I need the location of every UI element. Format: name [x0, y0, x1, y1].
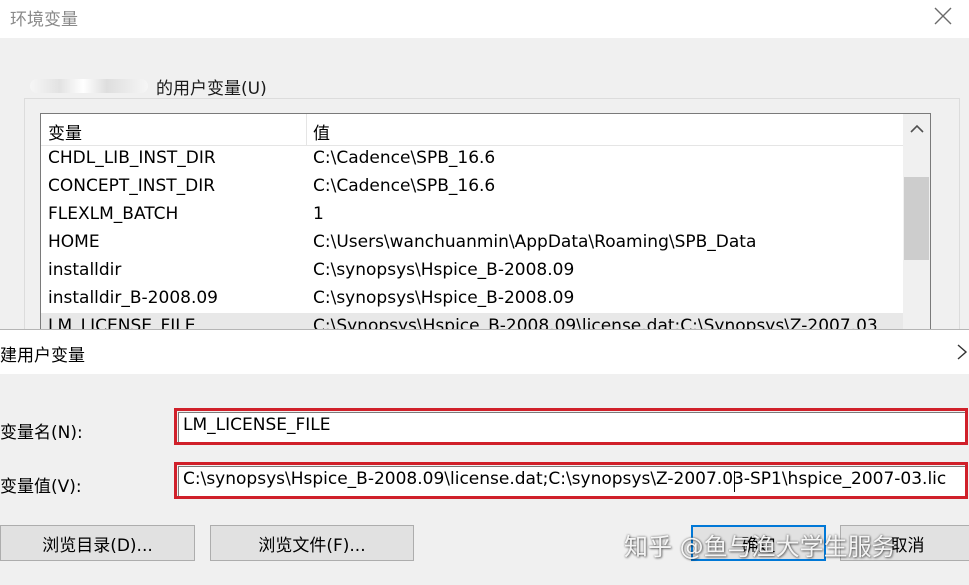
column-divider[interactable] — [306, 114, 307, 145]
variable-name: installdir_B-2008.09 — [48, 288, 218, 308]
table-row[interactable]: HOME C:\Users\wanchuanmin\AppData\Roamin… — [41, 229, 903, 257]
close-icon[interactable] — [929, 3, 957, 29]
variable-value-input[interactable]: C:\synopsys\Hspice_B-2008.09\license.dat… — [178, 466, 966, 497]
variable-value: C:\Cadence\SPB_16.6 — [313, 148, 496, 168]
env-variables-dialog: 环境变量 的用户变量(U) 变量 值 CHDL_LIB_INST_DIR C:\… — [0, 0, 969, 339]
variable-value: C:\synopsys\Hspice_B-2008.09 — [313, 288, 575, 308]
variable-value: C:\synopsys\Hspice_B-2008.09 — [313, 260, 575, 280]
column-header-name[interactable]: 变量 — [48, 119, 82, 144]
env-dialog-titlebar: 环境变量 — [0, 0, 969, 38]
variable-name: FLEXLM_BATCH — [48, 204, 179, 224]
table-row[interactable]: installdir C:\synopsys\Hspice_B-2008.09 — [41, 257, 903, 285]
user-variables-label: 的用户变量(U) — [156, 78, 267, 99]
variable-name: CHDL_LIB_INST_DIR — [48, 148, 216, 168]
variable-value: 1 — [313, 204, 324, 224]
new-dialog-title: 建用户变量 — [0, 346, 85, 366]
ok-button[interactable]: 确定 — [691, 525, 826, 561]
text-caret — [734, 471, 735, 492]
close-icon[interactable] — [954, 339, 969, 365]
list-header: 变量 值 — [41, 114, 903, 146]
table-row[interactable]: CHDL_LIB_INST_DIR C:\Cadence\SPB_16.6 — [41, 145, 903, 173]
table-row[interactable]: FLEXLM_BATCH 1 — [41, 201, 903, 229]
cancel-button[interactable]: 取消 — [840, 525, 969, 561]
variable-name-label: 变量名(N): — [0, 423, 83, 443]
table-row[interactable]: installdir_B-2008.09 C:\synopsys\Hspice_… — [41, 285, 903, 313]
variable-value: C:\Cadence\SPB_16.6 — [313, 176, 496, 196]
scrollbar-thumb[interactable] — [904, 177, 929, 260]
variable-name: HOME — [48, 232, 100, 252]
variable-value-label: 变量值(V): — [0, 477, 82, 497]
browse-directory-button[interactable]: 浏览目录(D)... — [0, 525, 195, 561]
env-dialog-title: 环境变量 — [10, 10, 78, 30]
table-row[interactable]: CONCEPT_INST_DIR C:\Cadence\SPB_16.6 — [41, 173, 903, 201]
screen: 环境变量 的用户变量(U) 变量 值 CHDL_LIB_INST_DIR C:\… — [0, 0, 969, 585]
new-dialog-titlebar: 建用户变量 — [0, 330, 969, 374]
variable-name-input[interactable]: LM_LICENSE_FILE — [178, 412, 966, 443]
column-header-value[interactable]: 值 — [313, 119, 330, 144]
chevron-up-icon[interactable] — [903, 114, 930, 144]
user-variables-list[interactable]: 变量 值 CHDL_LIB_INST_DIR C:\Cadence\SPB_16… — [40, 113, 931, 332]
variable-name-input-value: LM_LICENSE_FILE — [183, 415, 331, 435]
browse-file-button[interactable]: 浏览文件(F)... — [210, 525, 414, 561]
variable-name: CONCEPT_INST_DIR — [48, 176, 216, 196]
variable-value-input-value: C:\synopsys\Hspice_B-2008.09\license.dat… — [183, 469, 947, 489]
vertical-scrollbar[interactable] — [903, 114, 930, 331]
new-user-variable-dialog: 建用户变量 变量名(N): LM_LICENSE_FILE 变量值(V): C:… — [0, 329, 969, 585]
variable-name: installdir — [48, 260, 122, 280]
blurred-username — [30, 79, 148, 93]
user-variables-group-label: 的用户变量(U) — [24, 74, 273, 99]
variable-value: C:\Users\wanchuanmin\AppData\Roaming\SPB… — [313, 232, 757, 252]
